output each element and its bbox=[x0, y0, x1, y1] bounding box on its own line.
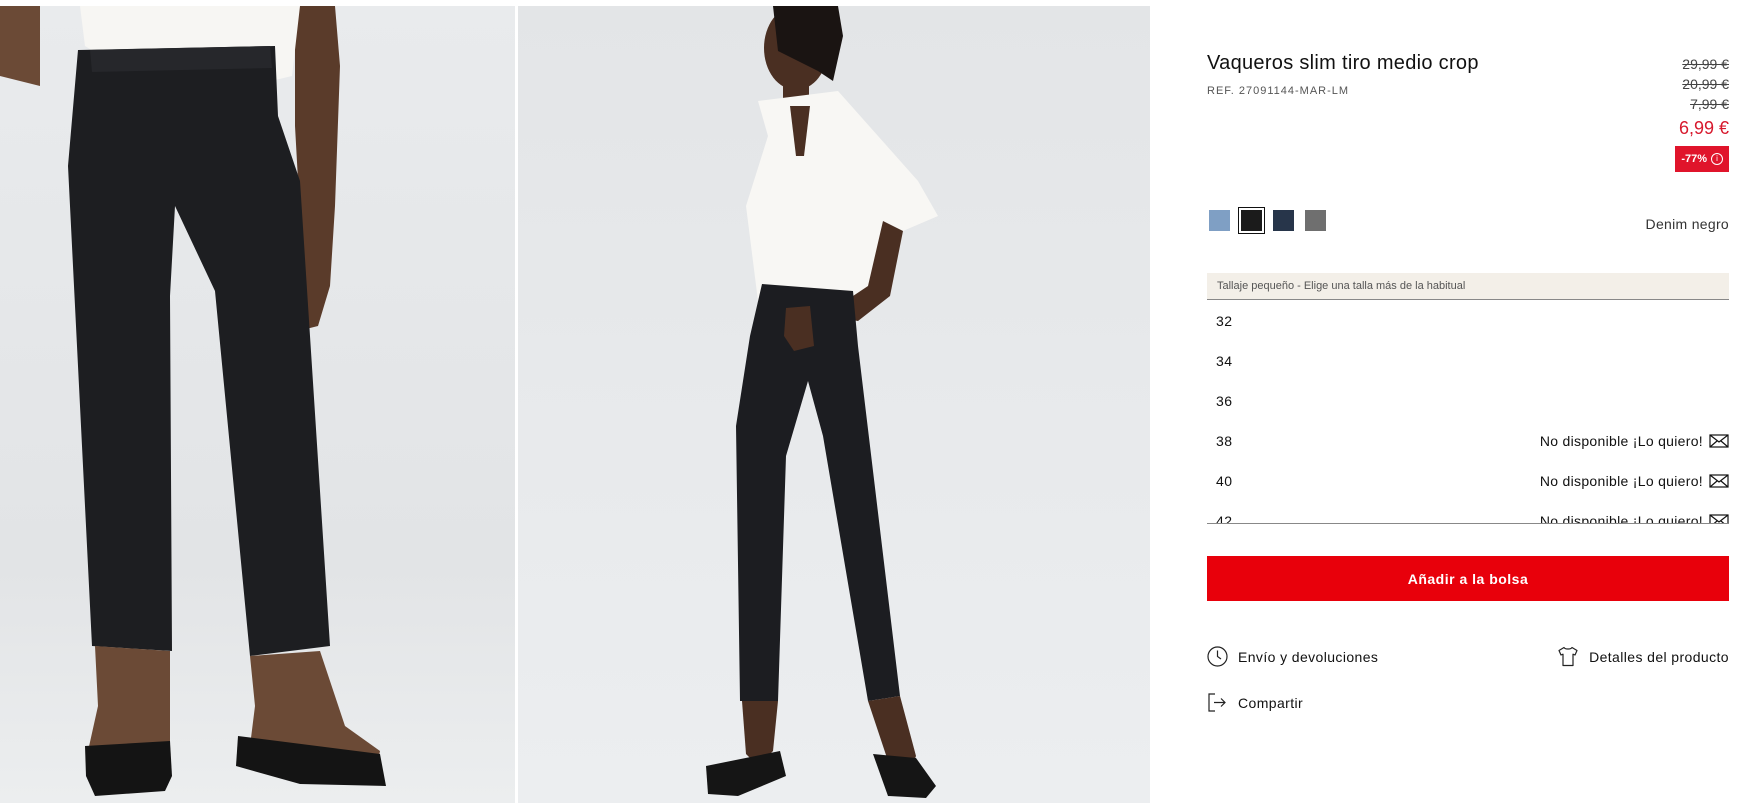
size-list[interactable]: 32 34 36 38 No disponible ¡Lo quiero! 40… bbox=[1207, 301, 1729, 524]
share-link[interactable]: Compartir bbox=[1207, 692, 1303, 713]
availability-status: No disponible ¡Lo quiero! bbox=[1539, 433, 1703, 449]
mail-icon bbox=[1709, 434, 1729, 448]
product-photo-closeup-image bbox=[0, 6, 515, 803]
shipping-returns-label: Envío y devoluciones bbox=[1238, 648, 1379, 665]
share-label: Compartir bbox=[1238, 694, 1304, 711]
product-gallery bbox=[0, 6, 1150, 803]
color-swatches bbox=[1209, 207, 1326, 234]
info-icon[interactable]: i bbox=[1711, 153, 1723, 165]
fit-note: Tallaje pequeño - Elige una talla más de… bbox=[1207, 273, 1729, 300]
share-icon bbox=[1208, 693, 1226, 712]
clock-icon bbox=[1207, 646, 1228, 667]
original-price: 20,99 € bbox=[1682, 76, 1729, 92]
product-reference: REF. 27091144-MAR-LM bbox=[1207, 85, 1350, 97]
size-value: 42 bbox=[1216, 513, 1233, 524]
original-price: 7,99 € bbox=[1690, 96, 1729, 112]
product-photo-closeup[interactable] bbox=[0, 6, 515, 803]
product-title: Vaqueros slim tiro medio crop bbox=[1207, 52, 1479, 74]
color-swatch-navy[interactable] bbox=[1273, 210, 1294, 231]
size-value: 34 bbox=[1216, 353, 1233, 369]
size-value: 32 bbox=[1216, 313, 1233, 329]
size-value: 36 bbox=[1216, 393, 1233, 409]
product-details-label: Detalles del producto bbox=[1589, 648, 1729, 665]
size-option[interactable]: 38 No disponible ¡Lo quiero! bbox=[1207, 421, 1729, 461]
shipping-returns-link[interactable]: Envío y devoluciones bbox=[1207, 646, 1378, 667]
notify-me-link[interactable]: No disponible ¡Lo quiero! bbox=[1540, 473, 1729, 489]
color-swatch-grey[interactable] bbox=[1305, 210, 1326, 231]
notify-me-link[interactable]: No disponible ¡Lo quiero! bbox=[1539, 513, 1729, 524]
current-price: 6,99 € bbox=[1678, 118, 1729, 138]
size-value: 38 bbox=[1216, 433, 1233, 449]
discount-badge[interactable]: -77% i bbox=[1675, 146, 1729, 172]
size-option[interactable]: 34 bbox=[1207, 341, 1729, 381]
notify-me-link[interactable]: No disponible ¡Lo quiero! bbox=[1540, 433, 1729, 449]
selected-color-label: Denim negro bbox=[1645, 216, 1729, 232]
price-block: 29,99 € 20,99 € 7,99 € 6,99 € -77% i bbox=[1675, 54, 1729, 172]
color-swatch-black[interactable] bbox=[1238, 207, 1265, 234]
size-value: 40 bbox=[1216, 473, 1233, 489]
size-option[interactable]: 40 No disponible ¡Lo quiero! bbox=[1207, 461, 1729, 501]
mail-icon bbox=[1709, 474, 1729, 488]
product-photo-full-body[interactable] bbox=[518, 6, 1150, 803]
product-info-panel: Vaqueros slim tiro medio crop REF. 27091… bbox=[1207, 0, 1729, 803]
shirt-icon bbox=[1558, 646, 1578, 667]
discount-percent: -77% bbox=[1681, 153, 1707, 165]
size-option[interactable]: 42 No disponible ¡Lo quiero! bbox=[1207, 501, 1729, 524]
add-to-bag-button[interactable]: Añadir a la bolsa bbox=[1207, 556, 1729, 601]
product-details-link[interactable]: Detalles del producto bbox=[1557, 646, 1729, 667]
color-swatch-light-blue[interactable] bbox=[1209, 210, 1230, 231]
product-photo-full-body-image bbox=[518, 6, 1150, 803]
original-price: 29,99 € bbox=[1682, 56, 1729, 72]
size-option[interactable]: 32 bbox=[1207, 301, 1729, 341]
availability-status: No disponible ¡Lo quiero! bbox=[1539, 513, 1703, 524]
mail-icon bbox=[1709, 514, 1729, 523]
availability-status: No disponible ¡Lo quiero! bbox=[1539, 473, 1703, 489]
size-option[interactable]: 36 bbox=[1207, 381, 1729, 421]
